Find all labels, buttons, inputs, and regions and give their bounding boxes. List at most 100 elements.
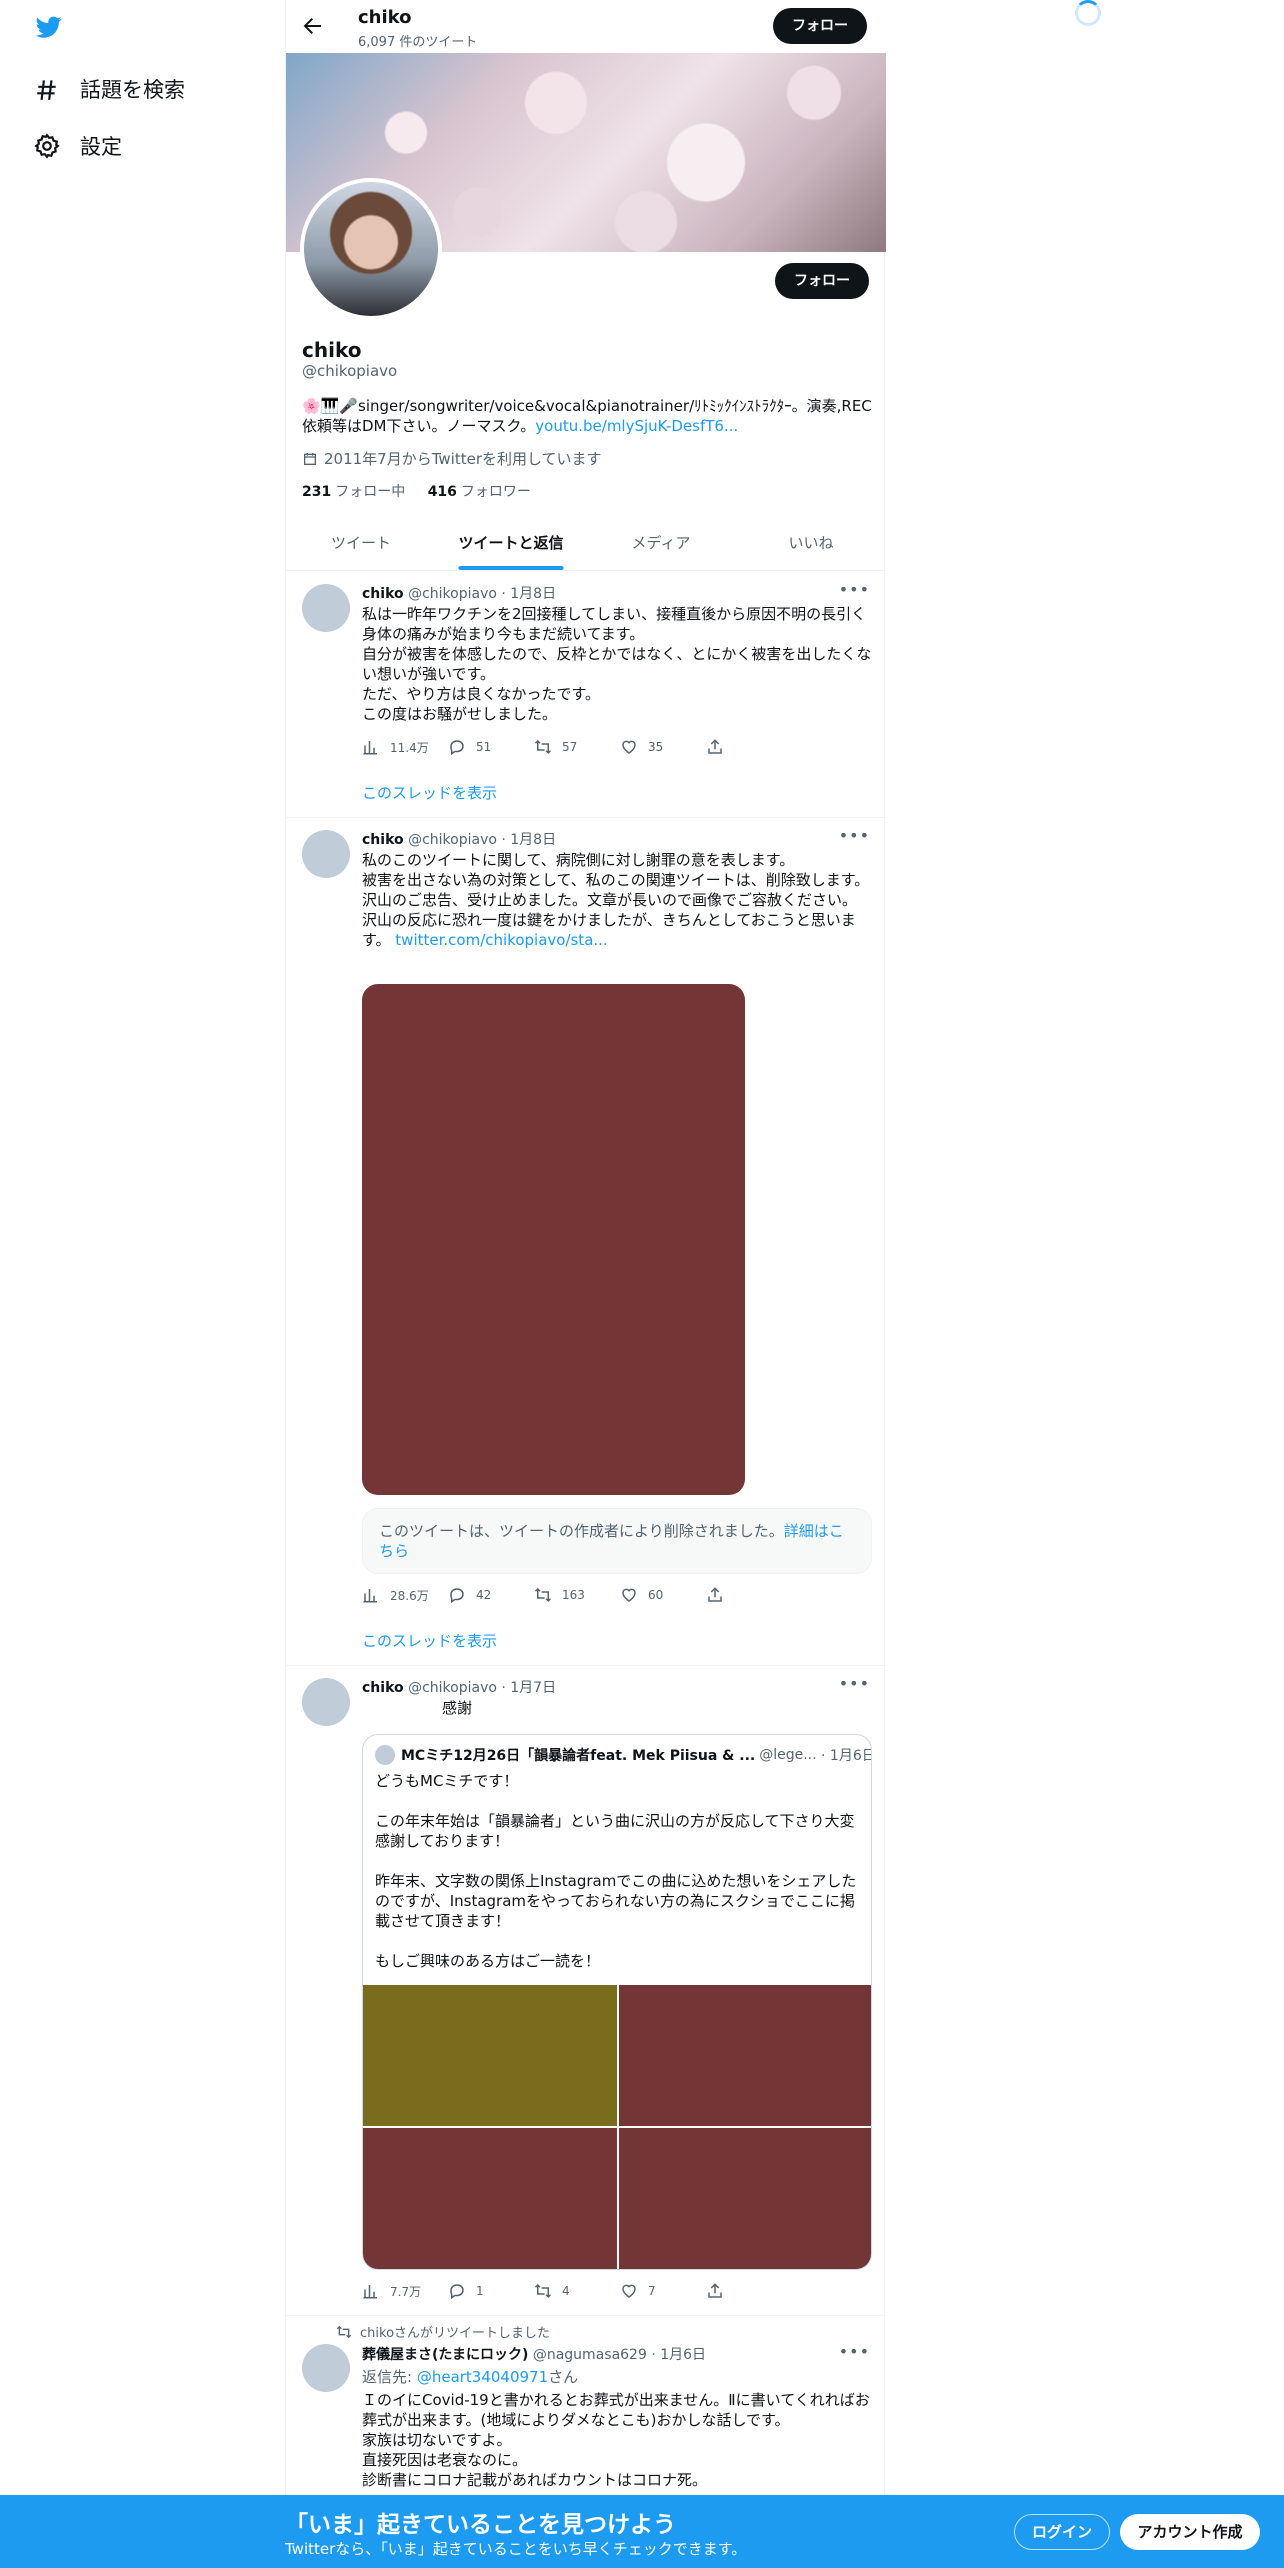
share-icon (708, 2283, 722, 2298)
views-button[interactable]: 7.7万 (362, 2282, 448, 2300)
quoted-tweet[interactable]: MCミチ12月26日「韻暴論者feat. Mek Piisua & ... @le… (362, 1734, 872, 2270)
signup-banner-subtitle: Twitterなら、「いま」起きていることをいち早くチェックできます。 (285, 2540, 747, 2558)
more-options-icon[interactable]: ••• (839, 580, 870, 599)
retweet-button[interactable]: 163 (534, 1586, 620, 1604)
deleted-tweet-notice: このツイートは、ツイートの作成者により削除されました。詳細はこちら (362, 1508, 872, 1574)
tweet-actions: 7.7万 1 4 7 (362, 2282, 792, 2300)
nav-item-settings[interactable]: 設定 (34, 131, 122, 161)
tab-likes[interactable]: いいね (736, 518, 886, 570)
share-button[interactable] (706, 738, 792, 756)
reply-button[interactable]: 51 (448, 738, 534, 756)
tweet-header: chiko @chikopiavo · 1月8日 (362, 586, 557, 602)
show-thread-link[interactable]: このスレッドを表示 (362, 1630, 497, 1651)
calendar-icon (304, 452, 316, 465)
retweet-icon (534, 1587, 552, 1603)
share-icon (708, 739, 722, 754)
tweet-header: 葬儀屋まさ(たまにロック) @nagumasa629 · 1月6日 (362, 2347, 707, 2363)
profile-header-bar: chiko 6,097 件のツイート フォロー (286, 0, 886, 53)
profile-bio: 🌸🎹🎤singer/songwriter/voice&vocal&pianotr… (302, 396, 872, 436)
nav-item-label: 話題を検索 (80, 78, 185, 102)
tweet[interactable]: chiko @chikopiavo · 1月7日 ••• 感謝 MCミチ12月2… (286, 1666, 886, 2316)
quoted-image[interactable] (619, 1985, 871, 2126)
like-button[interactable]: 60 (620, 1586, 706, 1604)
twitter-logo-icon[interactable] (34, 14, 64, 40)
avatar[interactable] (302, 830, 350, 878)
share-button[interactable] (706, 1586, 792, 1604)
profile-avatar[interactable] (300, 178, 442, 320)
reply-icon (450, 1588, 464, 1604)
tweet[interactable]: chikoさんがリツイートしました 葬儀屋まさ(たまにロック) @nagumas… (286, 2316, 886, 2496)
tweet-header: chiko @chikopiavo · 1月8日 (362, 832, 557, 848)
header-tweet-count: 6,097 件のツイート (358, 35, 478, 50)
views-button[interactable]: 28.6万 (362, 1586, 448, 1604)
profile-handle: @chikopiavo (302, 362, 398, 380)
login-button[interactable]: ログイン (1014, 2514, 1110, 2550)
tab-tweets-and-replies[interactable]: ツイートと返信 (436, 518, 586, 570)
nav-item-explore[interactable]: 話題を検索 (34, 74, 185, 104)
retweet-context: chikoさんがリツイートしました (336, 2322, 550, 2341)
avatar[interactable] (302, 2344, 350, 2392)
chart-icon (363, 2285, 377, 2299)
avatar[interactable] (302, 584, 350, 632)
quoted-image-grid (363, 1985, 871, 2269)
following-link[interactable]: 231 フォロー中 (302, 484, 405, 500)
signup-button[interactable]: アカウント作成 (1120, 2514, 1260, 2550)
back-arrow-icon[interactable] (300, 14, 324, 38)
profile-tabs: ツイート ツイートと返信 メディア いいね (286, 518, 886, 571)
chart-icon (363, 741, 377, 755)
quoted-tweet-header: MCミチ12月26日「韻暴論者feat. Mek Piisua & ... @le… (375, 1745, 871, 1765)
reply-button[interactable]: 1 (448, 2282, 534, 2300)
hashtag-icon (37, 80, 56, 100)
tweet-actions: 28.6万 42 163 60 (362, 1586, 792, 1604)
retweet-button[interactable]: 57 (534, 738, 620, 756)
tab-media[interactable]: メディア (586, 518, 736, 570)
quoted-image[interactable] (619, 2128, 871, 2269)
share-icon (708, 1587, 722, 1602)
tweet-header: chiko @chikopiavo · 1月7日 (362, 1680, 557, 1696)
avatar (375, 1745, 395, 1765)
profile-follow-stats: 231 フォロー中 416 フォロワー (302, 481, 531, 501)
like-button[interactable]: 7 (620, 2282, 706, 2300)
show-thread-link[interactable]: このスレッドを表示 (362, 782, 497, 803)
signup-banner-title: 「いま」起きていることを見つけよう (285, 2512, 676, 2538)
tab-tweets[interactable]: ツイート (286, 518, 436, 570)
retweet-icon (534, 739, 552, 755)
reply-context: 返信先: @heart34040971さん (362, 2368, 579, 2386)
bio-link[interactable]: youtu.be/mlySjuK-DesfT6... (535, 417, 738, 435)
tweet[interactable]: chiko @chikopiavo · 1月8日 ••• 私のこのツイートに関し… (286, 818, 886, 1666)
tweet[interactable]: chiko @chikopiavo · 1月8日 ••• 私は一昨年ワクチンを2… (286, 572, 886, 818)
quoted-image[interactable] (363, 2128, 617, 2269)
tweet-text: ＩのイにCovid-19と書かれるとお葬式が出来ません。Ⅱに書いてくれればお葬式… (362, 2391, 870, 2489)
views-button[interactable]: 11.4万 (362, 738, 448, 756)
active-tab-indicator (458, 566, 564, 570)
tweet-text: 私は一昨年ワクチンを2回接種してしまい、接種直後から原因不明の長引く身体の痛みが… (362, 605, 872, 723)
nav-item-label: 設定 (80, 135, 122, 159)
avatar[interactable] (302, 1678, 350, 1726)
chart-icon (363, 1589, 377, 1603)
profile-name: chiko (302, 338, 362, 362)
reply-button[interactable]: 42 (448, 1586, 534, 1604)
profile-column: chiko 6,097 件のツイート フォロー フォロー chiko @chik… (285, 0, 886, 2568)
tweet-text: 感謝 (442, 1699, 473, 1717)
tweet-link[interactable]: twitter.com/chikopiavo/sta... (395, 931, 607, 949)
retweet-button[interactable]: 4 (534, 2282, 620, 2300)
loading-spinner-icon (1075, 0, 1101, 26)
more-options-icon[interactable]: ••• (839, 1674, 870, 1693)
tweet-image[interactable] (362, 984, 745, 1495)
heart-icon (622, 1588, 636, 1602)
profile-follow-button[interactable]: フォロー (775, 263, 869, 299)
more-options-icon[interactable]: ••• (839, 2342, 870, 2361)
followers-link[interactable]: 416 フォロワー (428, 484, 531, 500)
more-options-icon[interactable]: ••• (839, 826, 870, 845)
retweet-icon (534, 2283, 552, 2299)
tweet-actions: 11.4万 51 57 35 (362, 738, 792, 756)
heart-icon (622, 740, 636, 754)
like-button[interactable]: 35 (620, 738, 706, 756)
reply-icon (450, 740, 464, 756)
heart-icon (622, 2284, 636, 2298)
header-follow-button[interactable]: フォロー (773, 8, 867, 44)
quoted-image[interactable] (363, 1985, 617, 2126)
share-button[interactable] (706, 2282, 792, 2300)
mention-link[interactable]: @heart34040971 (417, 2368, 548, 2386)
gear-icon (34, 133, 60, 159)
